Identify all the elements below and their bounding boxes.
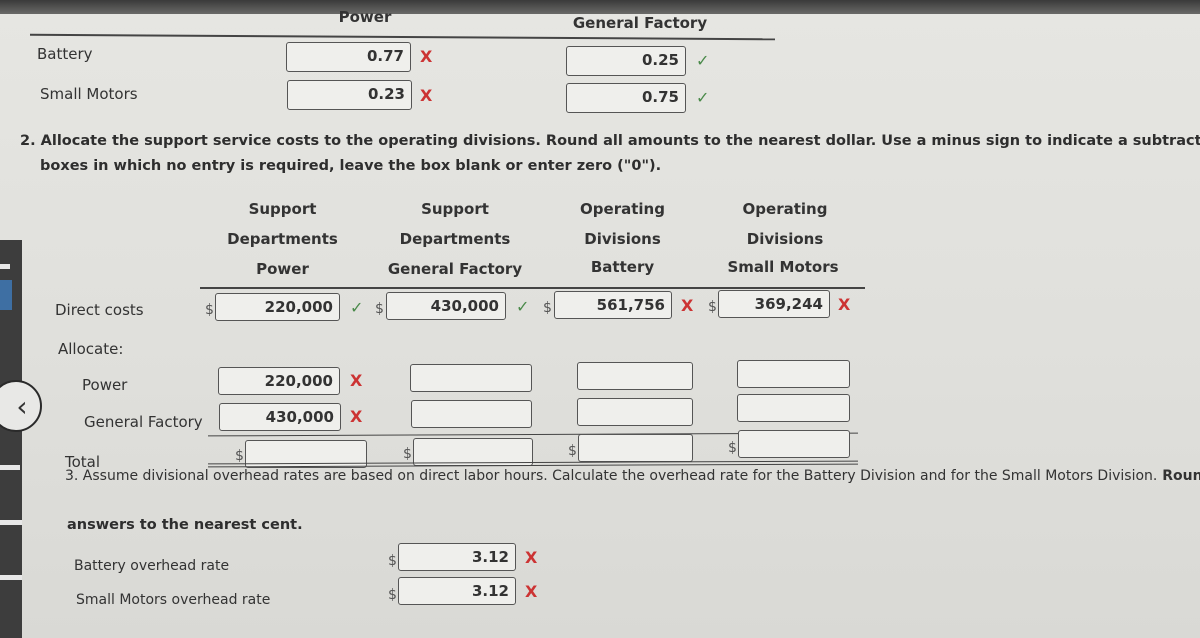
row-label-allocate-general-factory: General Factory xyxy=(84,413,203,431)
part1-header-power: Power xyxy=(338,8,392,26)
chevron-left-icon: ‹ xyxy=(16,389,28,423)
col-header-line1: Support xyxy=(248,200,317,218)
col-header-line2: Divisions xyxy=(584,230,661,248)
allocate-general-factory-small-motors-input[interactable] xyxy=(737,394,850,422)
allocate-power-small-motors-input[interactable] xyxy=(737,360,850,388)
correct-icon: ✓ xyxy=(696,88,710,107)
correct-icon: ✓ xyxy=(350,298,364,317)
sidebar-active-item[interactable] xyxy=(0,280,12,310)
allocate-general-factory-general-factory-input[interactable] xyxy=(411,400,532,428)
total-battery-input[interactable] xyxy=(578,434,693,462)
direct-costs-small-motors-input[interactable]: 369,244 xyxy=(718,290,830,318)
dollar-sign: $ xyxy=(403,446,412,462)
incorrect-icon: X xyxy=(525,582,538,601)
dollar-sign: $ xyxy=(728,440,737,456)
col-header-line1: Support xyxy=(421,200,489,218)
part2-instruction-line1: 2. Allocate the support service costs to… xyxy=(20,133,1200,149)
header-divider xyxy=(30,33,775,41)
sidebar-item[interactable] xyxy=(0,575,22,580)
part2-instruction-line2: boxes in which no entry is required, lea… xyxy=(40,158,662,174)
incorrect-icon: X xyxy=(420,47,433,66)
small-motors-overhead-rate-input[interactable]: 3.12 xyxy=(398,577,516,605)
row-label-battery: Battery xyxy=(37,45,93,63)
allocate-general-factory-power-input[interactable]: 430,000 xyxy=(219,403,341,431)
small-motors-power-ratio-input[interactable]: 0.23 xyxy=(287,80,412,110)
sidebar-item[interactable] xyxy=(0,264,10,269)
allocate-power-general-factory-input[interactable] xyxy=(410,364,532,392)
left-sidebar xyxy=(0,240,22,638)
part3-instruction-line1: 3. Assume divisional overhead rates are … xyxy=(65,468,1200,484)
battery-overhead-rate-input[interactable]: 3.12 xyxy=(398,543,516,571)
part3-instruction-text: 3. Assume divisional overhead rates are … xyxy=(65,468,1158,484)
allocate-general-factory-battery-input[interactable] xyxy=(577,398,693,426)
col-header-line1: Operating xyxy=(742,200,828,218)
dollar-sign: $ xyxy=(388,587,397,603)
dollar-sign: $ xyxy=(205,302,214,318)
col-header-line2: Divisions xyxy=(746,230,824,248)
direct-costs-general-factory-input[interactable]: 430,000 xyxy=(386,292,506,320)
col-header-power: Power xyxy=(256,260,309,278)
allocate-power-battery-input[interactable] xyxy=(577,362,693,390)
row-label-small-motors-overhead-rate: Small Motors overhead rate xyxy=(76,592,271,608)
dollar-sign: $ xyxy=(543,300,552,316)
incorrect-icon: X xyxy=(350,371,363,390)
incorrect-icon: X xyxy=(838,295,851,314)
col-header-line2: Departments xyxy=(227,230,338,248)
part1-header-general-factory: General Factory xyxy=(572,14,708,32)
battery-power-ratio-input[interactable]: 0.77 xyxy=(286,42,411,72)
sidebar-item[interactable] xyxy=(0,465,20,470)
dollar-sign: $ xyxy=(388,553,397,569)
dollar-sign: $ xyxy=(375,301,384,317)
dollar-sign: $ xyxy=(708,299,717,315)
top-bezel xyxy=(0,0,1200,14)
small-motors-general-factory-ratio-input[interactable]: 0.75 xyxy=(566,83,686,113)
homework-page: ‹ Power General Factory Battery 0.77 X 0… xyxy=(0,0,1200,638)
col-header-line1: Operating xyxy=(580,200,665,218)
correct-icon: ✓ xyxy=(696,51,710,70)
part3-instruction-line2: answers to the nearest cent. xyxy=(67,517,303,533)
col-header-line2: Departments xyxy=(399,230,511,248)
allocate-label: Allocate: xyxy=(58,340,124,358)
direct-costs-battery-input[interactable]: 561,756 xyxy=(554,291,672,319)
total-small-motors-input[interactable] xyxy=(738,430,850,458)
battery-general-factory-ratio-input[interactable]: 0.25 xyxy=(566,46,686,76)
back-button[interactable]: ‹ xyxy=(0,380,42,432)
row-label-small-motors: Small Motors xyxy=(40,85,138,103)
dollar-sign: $ xyxy=(235,448,244,464)
row-label-allocate-power: Power xyxy=(82,376,128,394)
incorrect-icon: X xyxy=(420,86,433,105)
row-label-battery-overhead-rate: Battery overhead rate xyxy=(74,558,230,574)
incorrect-icon: X xyxy=(350,407,363,426)
incorrect-icon: X xyxy=(525,548,538,567)
correct-icon: ✓ xyxy=(516,297,530,316)
sidebar-item[interactable] xyxy=(0,520,22,525)
part3-instruction-bold: Round yo xyxy=(1162,468,1200,484)
col-header-battery: Battery xyxy=(590,258,655,276)
allocate-power-power-input[interactable]: 220,000 xyxy=(218,367,340,395)
dollar-sign: $ xyxy=(568,443,577,459)
col-header-small-motors: Small Motors xyxy=(727,258,839,276)
row-label-direct-costs: Direct costs xyxy=(55,301,144,319)
column-header-divider xyxy=(200,287,865,289)
col-header-general-factory: General Factory xyxy=(387,260,523,278)
direct-costs-power-input[interactable]: 220,000 xyxy=(215,293,340,321)
incorrect-icon: X xyxy=(681,296,694,315)
